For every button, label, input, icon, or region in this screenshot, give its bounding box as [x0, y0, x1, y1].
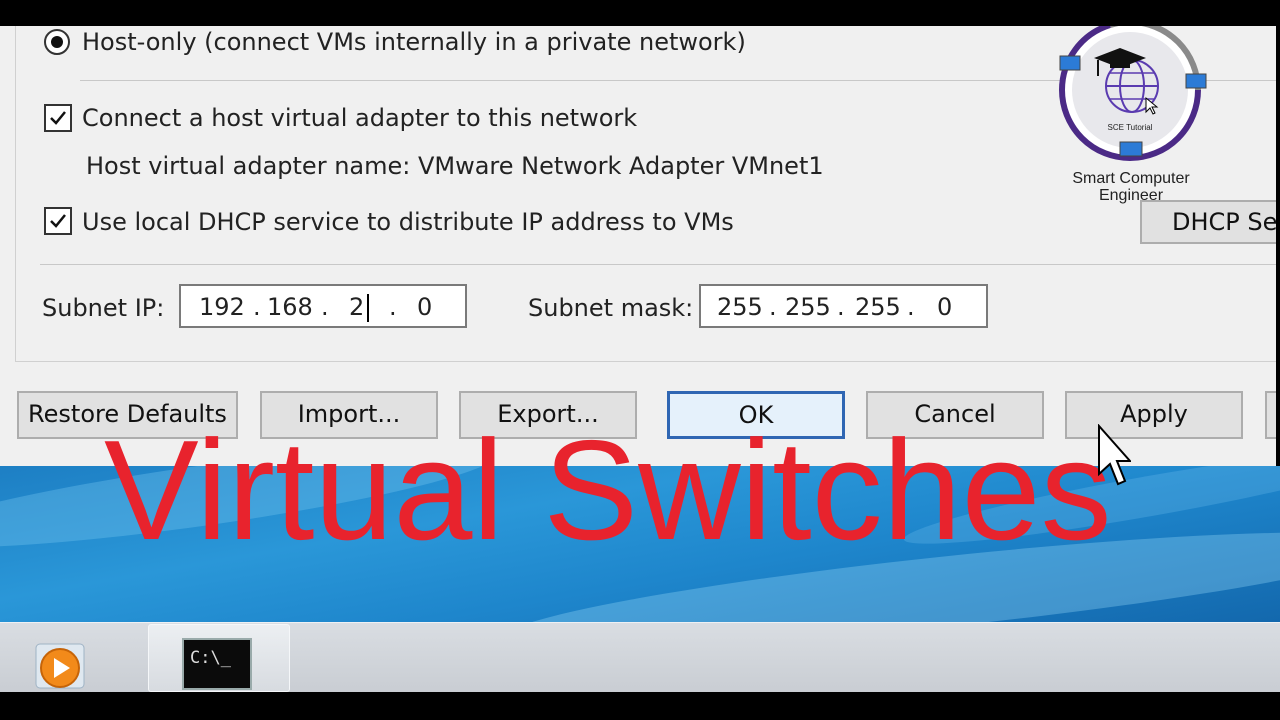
checkmark-icon	[50, 214, 66, 228]
use-dhcp-label: Use local DHCP service to distribute IP …	[82, 208, 734, 236]
adapter-name-label: Host virtual adapter name: VMware Networ…	[86, 152, 824, 180]
subnet-ip-field[interactable]: 192 . 168 . 2 . 0	[179, 284, 467, 328]
subnet-ip-octet-3: 2	[349, 293, 365, 321]
octet-dot: .	[253, 293, 261, 321]
host-only-label: Host-only (connect VMs internally in a p…	[82, 28, 746, 56]
subnet-mask-octet-2: 255	[785, 293, 831, 321]
subnet-ip-octet-1: 192	[199, 293, 245, 321]
globe-graduation-icon: SCE Tutorial	[1059, 19, 1207, 161]
logo-name: Smart Computer Engineer	[1072, 170, 1190, 204]
subnet-ip-octet-4: 0	[417, 293, 433, 321]
connect-adapter-checkbox[interactable]	[44, 104, 72, 132]
separator	[40, 264, 1276, 265]
checkmark-icon	[50, 111, 66, 125]
connect-adapter-label: Connect a host virtual adapter to this n…	[82, 104, 638, 132]
windows-media-player-taskbar-button[interactable]	[30, 640, 90, 692]
octet-dot: .	[321, 293, 329, 321]
octet-dot: .	[837, 293, 845, 321]
bottom-letterbox	[0, 692, 1280, 720]
logo-badge-text: SCE Tutorial	[1108, 123, 1153, 132]
subnet-mask-octet-4: 0	[937, 293, 953, 321]
octet-dot: .	[769, 293, 777, 321]
top-letterbox	[0, 0, 1280, 26]
octet-dot: .	[389, 293, 397, 321]
mouse-pointer-icon	[1098, 424, 1131, 486]
command-prompt-icon: C:\_	[182, 638, 252, 690]
subnet-mask-octet-3: 255	[855, 293, 901, 321]
media-player-icon	[35, 643, 85, 689]
use-dhcp-checkbox[interactable]	[44, 207, 72, 235]
subnet-ip-octet-2: 168	[267, 293, 313, 321]
video-overlay-title: Virtual Switches	[104, 411, 1112, 570]
subnet-mask-octet-1: 255	[717, 293, 763, 321]
host-only-radio[interactable]	[44, 29, 70, 55]
octet-dot: .	[907, 293, 915, 321]
subnet-mask-field[interactable]: 255 . 255 . 255 . 0	[699, 284, 988, 328]
text-caret	[367, 294, 369, 322]
subnet-mask-label: Subnet mask:	[528, 294, 694, 322]
help-button-partial[interactable]	[1265, 391, 1276, 439]
subnet-ip-label: Subnet IP:	[42, 294, 165, 322]
cmd-icon-text: C:\_	[190, 648, 231, 668]
